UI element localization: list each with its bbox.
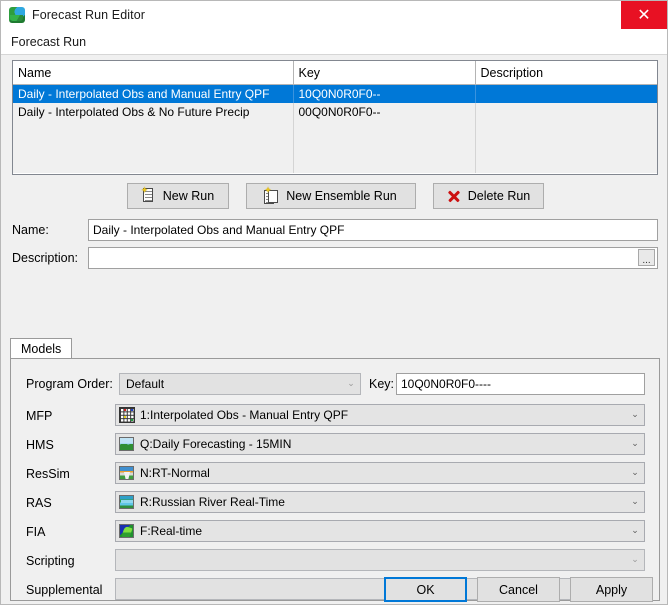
chevron-down-icon: ⌄ [631,555,639,565]
globe-icon [9,7,25,23]
menu-bar: Forecast Run [1,30,667,55]
chevron-down-icon: ⌄ [631,439,639,449]
mfp-value: 1:Interpolated Obs - Manual Entry QPF [140,408,349,422]
chevron-down-icon: ⌄ [631,468,639,478]
new-documents-stack-icon: ✦ [264,187,280,204]
ras-value: R:Russian River Real-Time [140,495,285,509]
forecast-run-editor-window: Forecast Run Editor ✕ Forecast Run Name … [0,0,668,605]
cell-key: 00Q0N0R0F0-- [293,103,476,121]
cancel-button[interactable]: Cancel [477,577,560,602]
ressim-dropdown[interactable]: N:RT-Normal ⌄ [115,462,645,484]
forecast-runs-table[interactable]: Name Key Description Daily - Interpolate… [12,60,658,175]
key-label: Key: [369,377,395,391]
new-run-label: New Run [162,189,215,203]
new-ensemble-run-label: New Ensemble Run [286,189,397,203]
tab-strip: Models [10,337,73,359]
name-label: Name: [12,223,49,237]
cell-name: Daily - Interpolated Obs and Manual Entr… [13,84,294,103]
window-title: Forecast Run Editor [32,8,146,22]
close-button[interactable]: ✕ [621,1,667,29]
models-panel: Program Order: Default ⌄ Key: 10Q0N0R0F0… [10,358,660,601]
dialog-content: Name Key Description Daily - Interpolate… [1,55,667,604]
scripting-label: Scripting [26,554,75,568]
apply-button[interactable]: Apply [570,577,653,602]
column-header-key[interactable]: Key [293,61,476,85]
mfp-dropdown[interactable]: 1:Interpolated Obs - Manual Entry QPF ⌄ [115,404,645,426]
table-empty-area [13,121,657,173]
program-order-value: Default [126,377,165,391]
ras-dropdown[interactable]: R:Russian River Real-Time ⌄ [115,491,645,513]
program-order-dropdown[interactable]: Default ⌄ [119,373,361,395]
key-input[interactable]: 10Q0N0R0F0---- [396,373,645,395]
table-row[interactable]: Daily - Interpolated Obs & No Future Pre… [13,103,657,121]
menu-item-forecast-run[interactable]: Forecast Run [5,33,92,51]
delete-run-label: Delete Run [467,189,531,203]
description-browse-button[interactable]: ... [638,249,655,266]
ras-label: RAS [26,496,52,510]
cell-description [475,103,657,121]
cell-key: 10Q0N0R0F0-- [293,84,476,103]
new-ensemble-run-button[interactable]: ✦ New Ensemble Run [245,183,416,209]
table-header-row: Name Key Description [13,61,657,85]
table-row[interactable]: Daily - Interpolated Obs and Manual Entr… [13,84,657,103]
landscape-icon [119,436,135,452]
ressim-label: ResSim [26,467,70,481]
description-input[interactable]: ... [88,247,658,269]
title-bar: Forecast Run Editor ✕ [1,1,667,30]
hms-label: HMS [26,438,54,452]
hms-value: Q:Daily Forecasting - 15MIN [140,437,292,451]
mfp-label: MFP [26,409,53,423]
grid-icon [119,407,135,423]
hms-dropdown[interactable]: Q:Daily Forecasting - 15MIN ⌄ [115,433,645,455]
dam-icon [119,465,135,481]
chevron-down-icon: ⌄ [631,526,639,536]
ressim-value: N:RT-Normal [140,466,210,480]
fia-value: F:Real-time [140,524,203,538]
ok-button[interactable]: OK [384,577,467,602]
description-label: Description: [12,251,78,265]
delete-run-button[interactable]: Delete Run [432,183,544,209]
scripting-dropdown[interactable]: ⌄ [115,549,645,571]
new-document-icon: ✦ [141,187,157,204]
tab-models[interactable]: Models [10,338,73,359]
name-field-row: Name: Daily - Interpolated Obs and Manua… [12,219,658,241]
name-input[interactable]: Daily - Interpolated Obs and Manual Entr… [88,219,658,241]
chevron-down-icon: ⌄ [631,410,639,420]
chevron-down-icon: ⌄ [631,497,639,507]
column-header-description[interactable]: Description [475,61,657,85]
river-icon [119,494,135,510]
map-icon [119,523,135,539]
chevron-down-icon: ⌄ [347,379,355,389]
new-run-button[interactable]: ✦ New Run [126,183,229,209]
cell-description [475,84,657,103]
delete-x-icon [446,188,462,204]
description-field-row: Description: ... [12,247,658,269]
program-order-label: Program Order: [26,377,113,391]
fia-dropdown[interactable]: F:Real-time ⌄ [115,520,645,542]
cell-name: Daily - Interpolated Obs & No Future Pre… [13,103,294,121]
column-header-name[interactable]: Name [13,61,294,85]
run-actions-toolbar: ✦ New Run ✦ New Ensemble Run Delete Run [1,183,667,209]
dialog-button-bar: OK Cancel Apply [1,573,667,604]
close-icon: ✕ [637,5,651,24]
fia-label: FIA [26,525,46,539]
